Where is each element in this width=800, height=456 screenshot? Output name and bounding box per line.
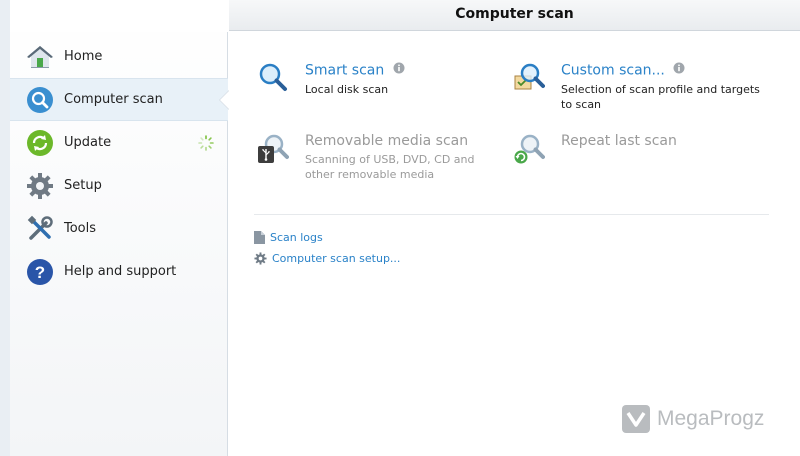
main-content: Smart scan Local disk scan Custom scan..…: [229, 32, 800, 456]
sidebar-item-label: Tools: [64, 221, 97, 236]
repeat-last-scan-option[interactable]: Repeat last scan: [513, 133, 773, 165]
window-edge: [0, 0, 10, 456]
page-title: Computer scan: [229, 0, 800, 31]
sidebar-header: [10, 0, 228, 32]
repeat-scan-icon: [513, 133, 545, 165]
document-icon: [254, 231, 265, 244]
custom-scan-title: Custom scan...: [561, 62, 665, 79]
custom-scan-description: Selection of scan profile and targets to…: [561, 82, 760, 111]
divider: [254, 214, 769, 215]
scan-logs-label: Scan logs: [270, 231, 323, 244]
home-icon: [26, 43, 54, 71]
sidebar-item-update[interactable]: Update: [10, 121, 228, 164]
update-icon: [26, 129, 54, 157]
smart-scan-option[interactable]: Smart scan Local disk scan: [257, 62, 517, 97]
loading-spinner-icon: [198, 135, 214, 151]
sidebar-nav: Home Computer scan Update Setup Tools ? …: [10, 35, 229, 293]
sidebar: Home Computer scan Update Setup Tools ? …: [10, 0, 229, 456]
sidebar-item-setup[interactable]: Setup: [10, 164, 228, 207]
help-icon: ?: [26, 258, 54, 286]
info-icon[interactable]: [673, 62, 685, 79]
custom-scan-option[interactable]: Custom scan... Selection of scan profile…: [513, 62, 773, 112]
sidebar-item-label: Computer scan: [64, 92, 163, 107]
gear-icon: [26, 172, 54, 200]
scan-logs-link[interactable]: Scan logs: [254, 231, 323, 244]
tools-icon: [26, 215, 54, 243]
sidebar-item-help[interactable]: ? Help and support: [10, 250, 228, 293]
computer-scan-setup-link[interactable]: Computer scan setup...: [254, 252, 400, 265]
magnifier-icon: [257, 62, 289, 94]
custom-scan-icon: [513, 62, 545, 94]
smart-scan-description: Local disk scan: [305, 82, 389, 96]
megaprogz-logo-icon: [622, 405, 650, 433]
watermark: MegaProgz: [621, 404, 764, 434]
sidebar-item-label: Help and support: [64, 264, 177, 279]
smart-scan-title: Smart scan: [305, 62, 385, 79]
removable-media-scan-title: Removable media scan: [305, 133, 469, 149]
computer-scan-setup-label: Computer scan setup...: [272, 252, 401, 265]
computer-scan-icon: [26, 86, 54, 114]
gear-icon: [254, 252, 267, 265]
sidebar-item-label: Update: [64, 135, 112, 150]
svg-text:?: ?: [35, 263, 45, 282]
sidebar-item-tools[interactable]: Tools: [10, 207, 228, 250]
sidebar-item-home[interactable]: Home: [10, 35, 228, 78]
sidebar-item-label: Setup: [64, 178, 102, 193]
sidebar-item-computer-scan[interactable]: Computer scan: [10, 78, 229, 121]
removable-media-scan-description: Scanning of USB, DVD, CD and other remov…: [305, 153, 475, 181]
repeat-last-scan-title: Repeat last scan: [561, 133, 677, 149]
info-icon[interactable]: [393, 62, 405, 79]
watermark-text: MegaProgz: [657, 407, 765, 430]
removable-media-icon: [257, 133, 289, 165]
removable-media-scan-option[interactable]: Removable media scan Scanning of USB, DV…: [257, 133, 517, 182]
sidebar-item-label: Home: [64, 49, 103, 64]
